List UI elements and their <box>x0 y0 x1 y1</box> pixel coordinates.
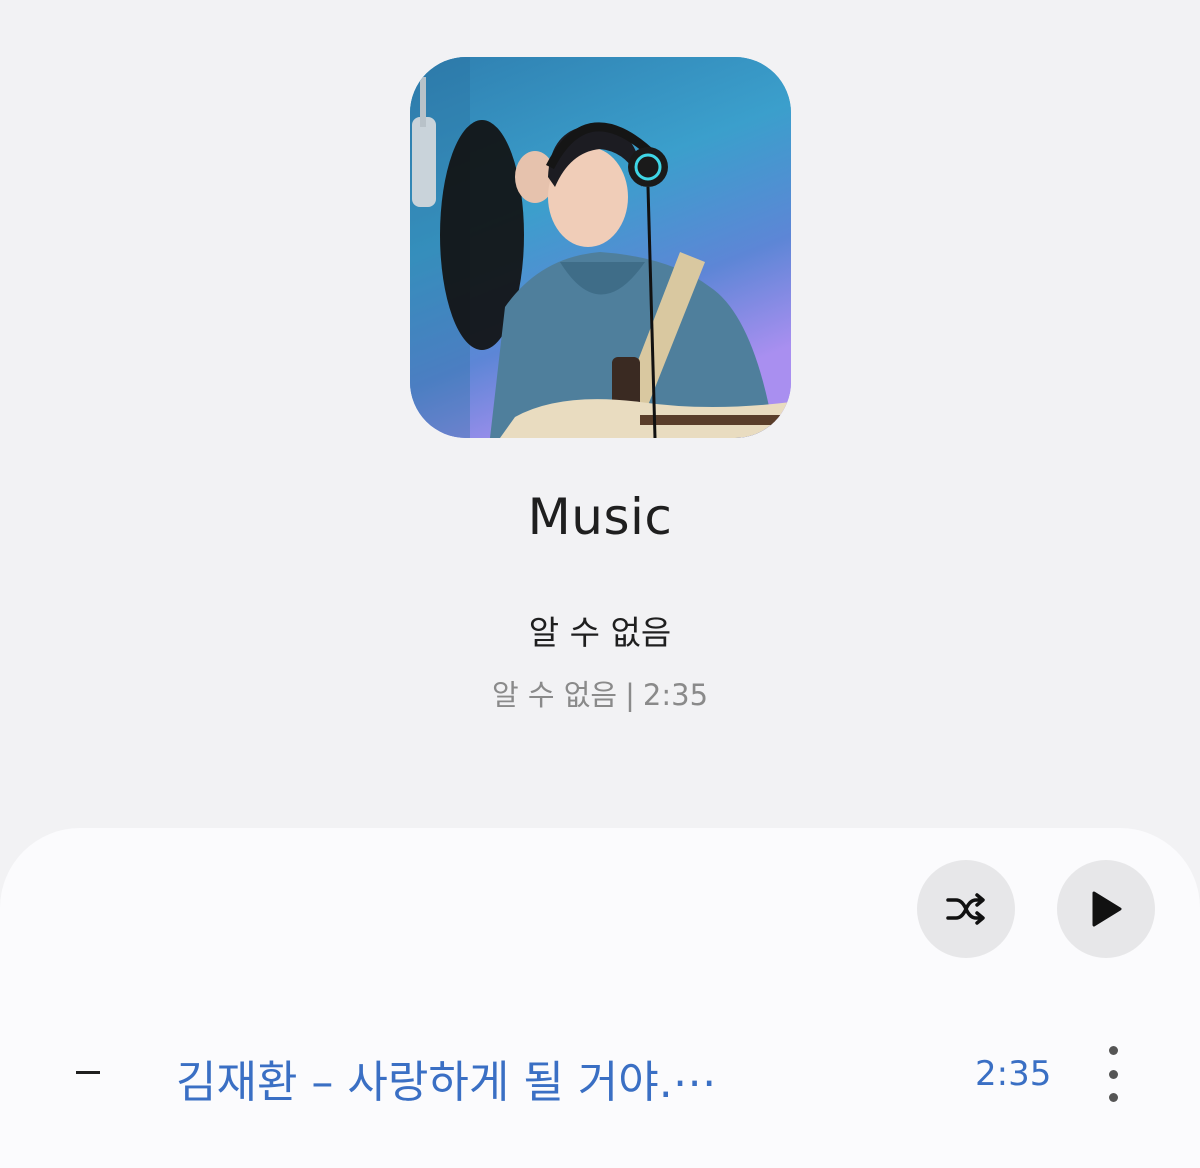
track-row[interactable]: 김재환 – 사랑하게 될 거야.⋯ 2:35 <box>0 1030 1200 1120</box>
more-vertical-icon-dot <box>1108 1069 1118 1079</box>
album-art-image <box>410 57 791 438</box>
artist-name: 알 수 없음 <box>528 613 672 652</box>
more-vertical-icon <box>1108 1046 1118 1055</box>
meta-separator: | <box>625 678 635 712</box>
meta-artist: 알 수 없음 <box>491 678 618 712</box>
more-options-button[interactable] <box>1096 1046 1130 1102</box>
track-indicator <box>76 1071 100 1074</box>
more-vertical-icon-dot <box>1108 1093 1118 1102</box>
track-duration: 2:35 <box>975 1054 1052 1094</box>
play-button[interactable] <box>1057 860 1155 958</box>
page-title: Music <box>527 488 673 546</box>
shuffle-icon <box>946 893 985 925</box>
play-icon <box>1092 891 1122 927</box>
album-art <box>410 57 791 438</box>
album-meta: 알 수 없음 | 2:35 <box>0 672 1200 714</box>
track-title: 김재환 – 사랑하게 될 거야.⋯ <box>176 1057 717 1108</box>
meta-duration: 2:35 <box>642 678 709 712</box>
shuffle-button[interactable] <box>917 860 1015 958</box>
